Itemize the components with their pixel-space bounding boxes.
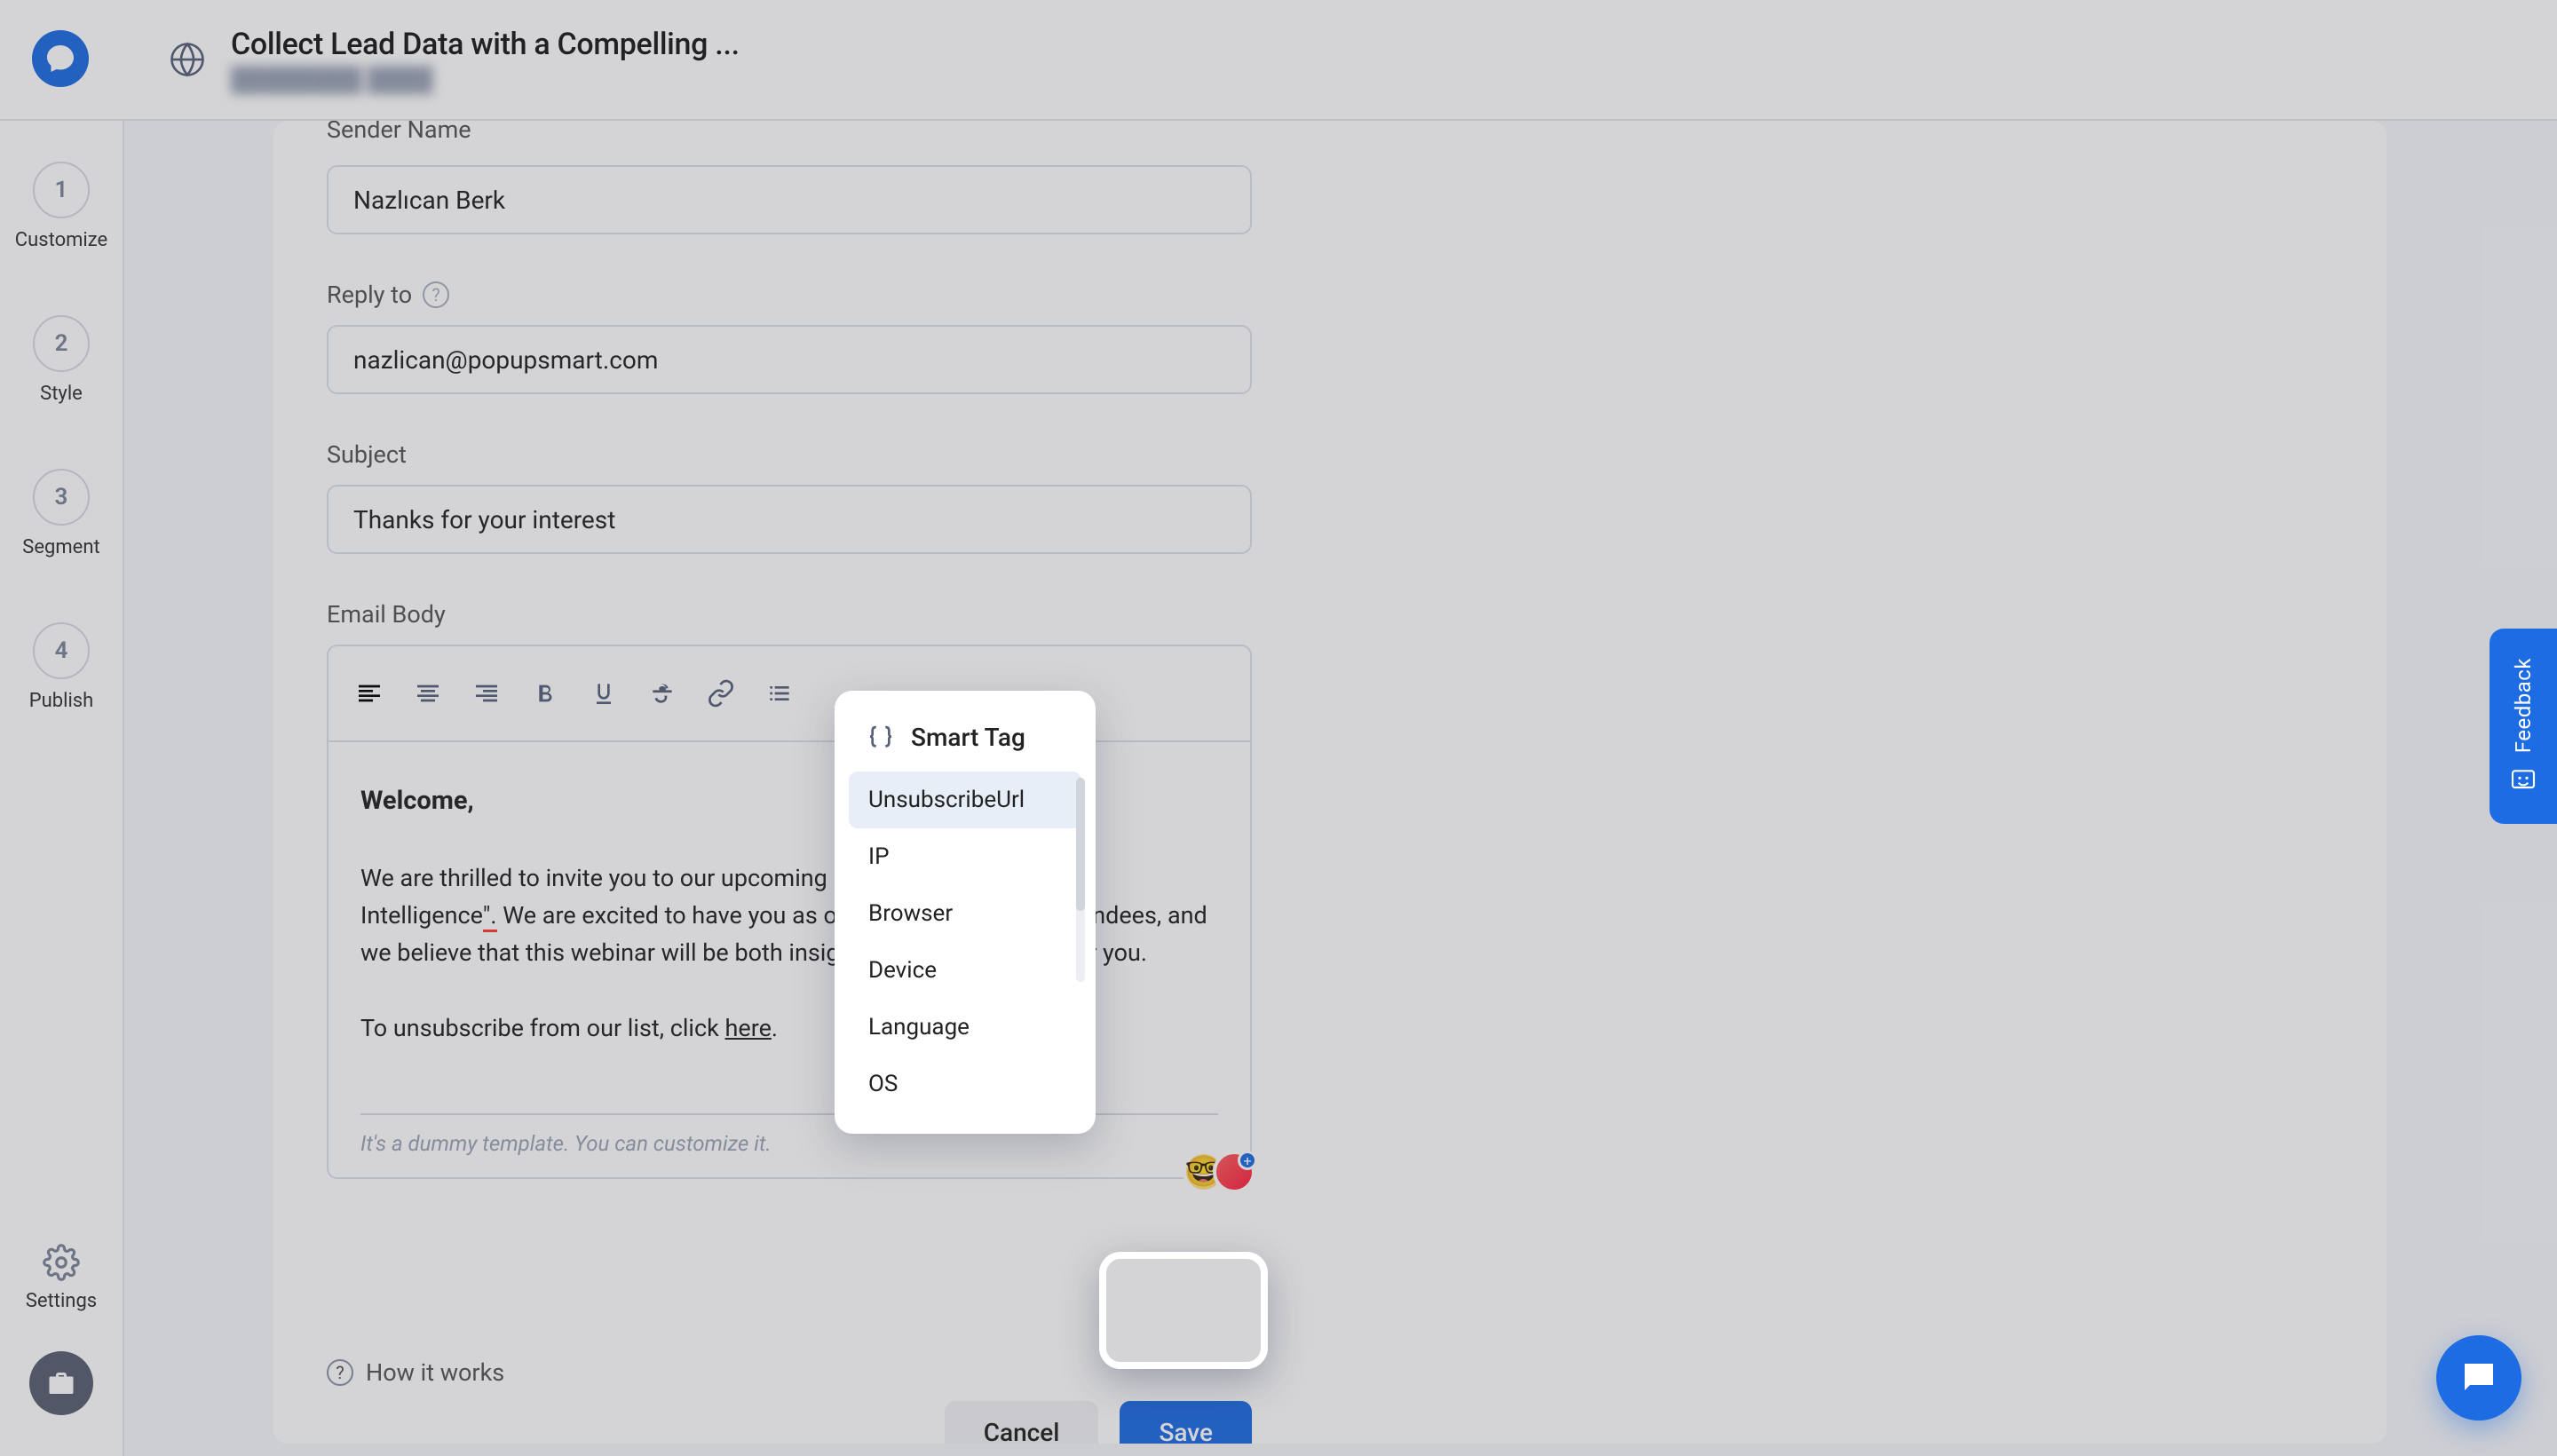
page-subtitle: ████████ ████	[231, 66, 740, 93]
smart-tag-item-unsubscribeurl[interactable]: UnsubscribeUrl	[849, 772, 1081, 828]
smart-tag-list: UnsubscribeUrl IP Browser Device Languag…	[835, 772, 1096, 1112]
step-segment[interactable]: 3 Segment	[22, 469, 99, 558]
smart-tag-scrollbar[interactable]	[1076, 778, 1085, 982]
step-publish[interactable]: 4 Publish	[29, 622, 94, 712]
reply-to-label: Reply to ?	[327, 281, 2387, 309]
top-header: Collect Lead Data with a Compelling ... …	[0, 0, 2557, 121]
align-left-icon	[355, 679, 384, 708]
step-label: Publish	[29, 690, 94, 712]
unsubscribe-link[interactable]: here	[725, 1014, 772, 1042]
email-body-editor: Welcome, We are thrilled to invite you t…	[327, 645, 1252, 1179]
step-style[interactable]: 2 Style	[33, 315, 90, 405]
step-number: 2	[33, 315, 90, 372]
header-texts: Collect Lead Data with a Compelling ... …	[231, 27, 740, 93]
smart-tag-header[interactable]: Smart Tag	[835, 723, 1096, 772]
smart-tag-item-language[interactable]: Language	[849, 999, 1081, 1056]
align-left-button[interactable]	[353, 677, 385, 709]
sender-name-label: Sender Name	[327, 121, 2387, 144]
editor-text: .	[772, 1014, 778, 1042]
smart-tag-item-os[interactable]: OS	[849, 1056, 1081, 1112]
step-label: Segment	[22, 536, 99, 558]
cancel-button[interactable]: Cancel	[945, 1401, 1099, 1444]
brand-chat-icon	[44, 43, 76, 75]
subject-input[interactable]	[327, 485, 1252, 554]
settings-button[interactable]: Settings	[26, 1244, 97, 1312]
editor-spellcheck-mark: ".	[483, 901, 497, 932]
sender-name-input[interactable]	[327, 165, 1252, 234]
how-it-works-link[interactable]: ? How it works	[327, 1358, 504, 1387]
feedback-label: Feedback	[2511, 658, 2536, 753]
link-button[interactable]	[705, 677, 737, 709]
smart-tag-title: Smart Tag	[911, 723, 1025, 752]
underline-icon	[590, 679, 618, 708]
main-card: Sender Name Reply to ? Subject Email Bod…	[273, 121, 2387, 1444]
step-customize[interactable]: 1 Customize	[15, 162, 107, 251]
chat-icon	[2458, 1357, 2500, 1399]
editor-toolbar	[329, 646, 1250, 742]
strikethrough-icon	[648, 679, 677, 708]
emoji-heart-icon: +	[1213, 1151, 1255, 1193]
action-row: Cancel Save	[327, 1401, 1252, 1444]
question-icon: ?	[327, 1359, 353, 1386]
align-center-icon	[414, 679, 442, 708]
align-center-button[interactable]	[412, 677, 444, 709]
reply-to-input[interactable]	[327, 325, 1252, 394]
step-number: 1	[33, 162, 90, 218]
code-braces-icon	[867, 724, 895, 752]
underline-button[interactable]	[588, 677, 620, 709]
emoji-avatars: 🤓 +	[1183, 1151, 1255, 1193]
strikethrough-button[interactable]	[646, 677, 678, 709]
step-number: 3	[33, 469, 90, 526]
editor-text: We are thrilled to invite you to our upc…	[360, 864, 827, 892]
smart-tag-item-browser[interactable]: Browser	[849, 885, 1081, 942]
reply-to-label-text: Reply to	[327, 281, 412, 309]
plus-badge-icon[interactable]: +	[1238, 1151, 1257, 1170]
settings-label: Settings	[26, 1290, 97, 1312]
link-icon	[707, 679, 735, 708]
page-title: Collect Lead Data with a Compelling ...	[231, 27, 740, 62]
brand-logo[interactable]	[32, 30, 89, 87]
step-number: 4	[33, 622, 90, 679]
scrollbar-thumb[interactable]	[1076, 778, 1085, 911]
step-label: Style	[40, 383, 83, 405]
help-icon[interactable]: ?	[423, 281, 449, 308]
how-it-works-label: How it works	[366, 1358, 504, 1387]
align-right-button[interactable]	[471, 677, 503, 709]
editor-text: To unsubscribe from our list, click	[360, 1014, 725, 1042]
smart-tag-popover: Smart Tag UnsubscribeUrl IP Browser Devi…	[835, 691, 1096, 1134]
email-body-label: Email Body	[327, 600, 2387, 629]
list-button[interactable]	[764, 677, 796, 709]
align-right-icon	[472, 679, 501, 708]
bold-icon	[531, 679, 559, 708]
subject-label: Subject	[327, 440, 2387, 469]
smart-tag-item-device[interactable]: Device	[849, 942, 1081, 999]
bold-button[interactable]	[529, 677, 561, 709]
briefcase-button[interactable]	[29, 1351, 93, 1415]
smart-tag-item-ip[interactable]: IP	[849, 828, 1081, 885]
briefcase-icon	[45, 1367, 77, 1399]
list-icon	[765, 679, 794, 708]
step-label: Customize	[15, 229, 107, 251]
feedback-tab[interactable]: Feedback	[2490, 629, 2557, 824]
gear-icon	[43, 1244, 80, 1281]
editor-footnote: It's a dummy template. You can customize…	[329, 1115, 1250, 1177]
left-sidebar: 1 Customize 2 Style 3 Segment 4 Publish …	[0, 121, 124, 1456]
editor-content[interactable]: Welcome, We are thrilled to invite you t…	[329, 742, 1250, 1113]
chat-launcher[interactable]	[2436, 1335, 2521, 1420]
globe-icon	[169, 41, 206, 78]
feedback-face-icon	[2509, 766, 2537, 795]
save-button[interactable]: Save	[1120, 1401, 1252, 1444]
